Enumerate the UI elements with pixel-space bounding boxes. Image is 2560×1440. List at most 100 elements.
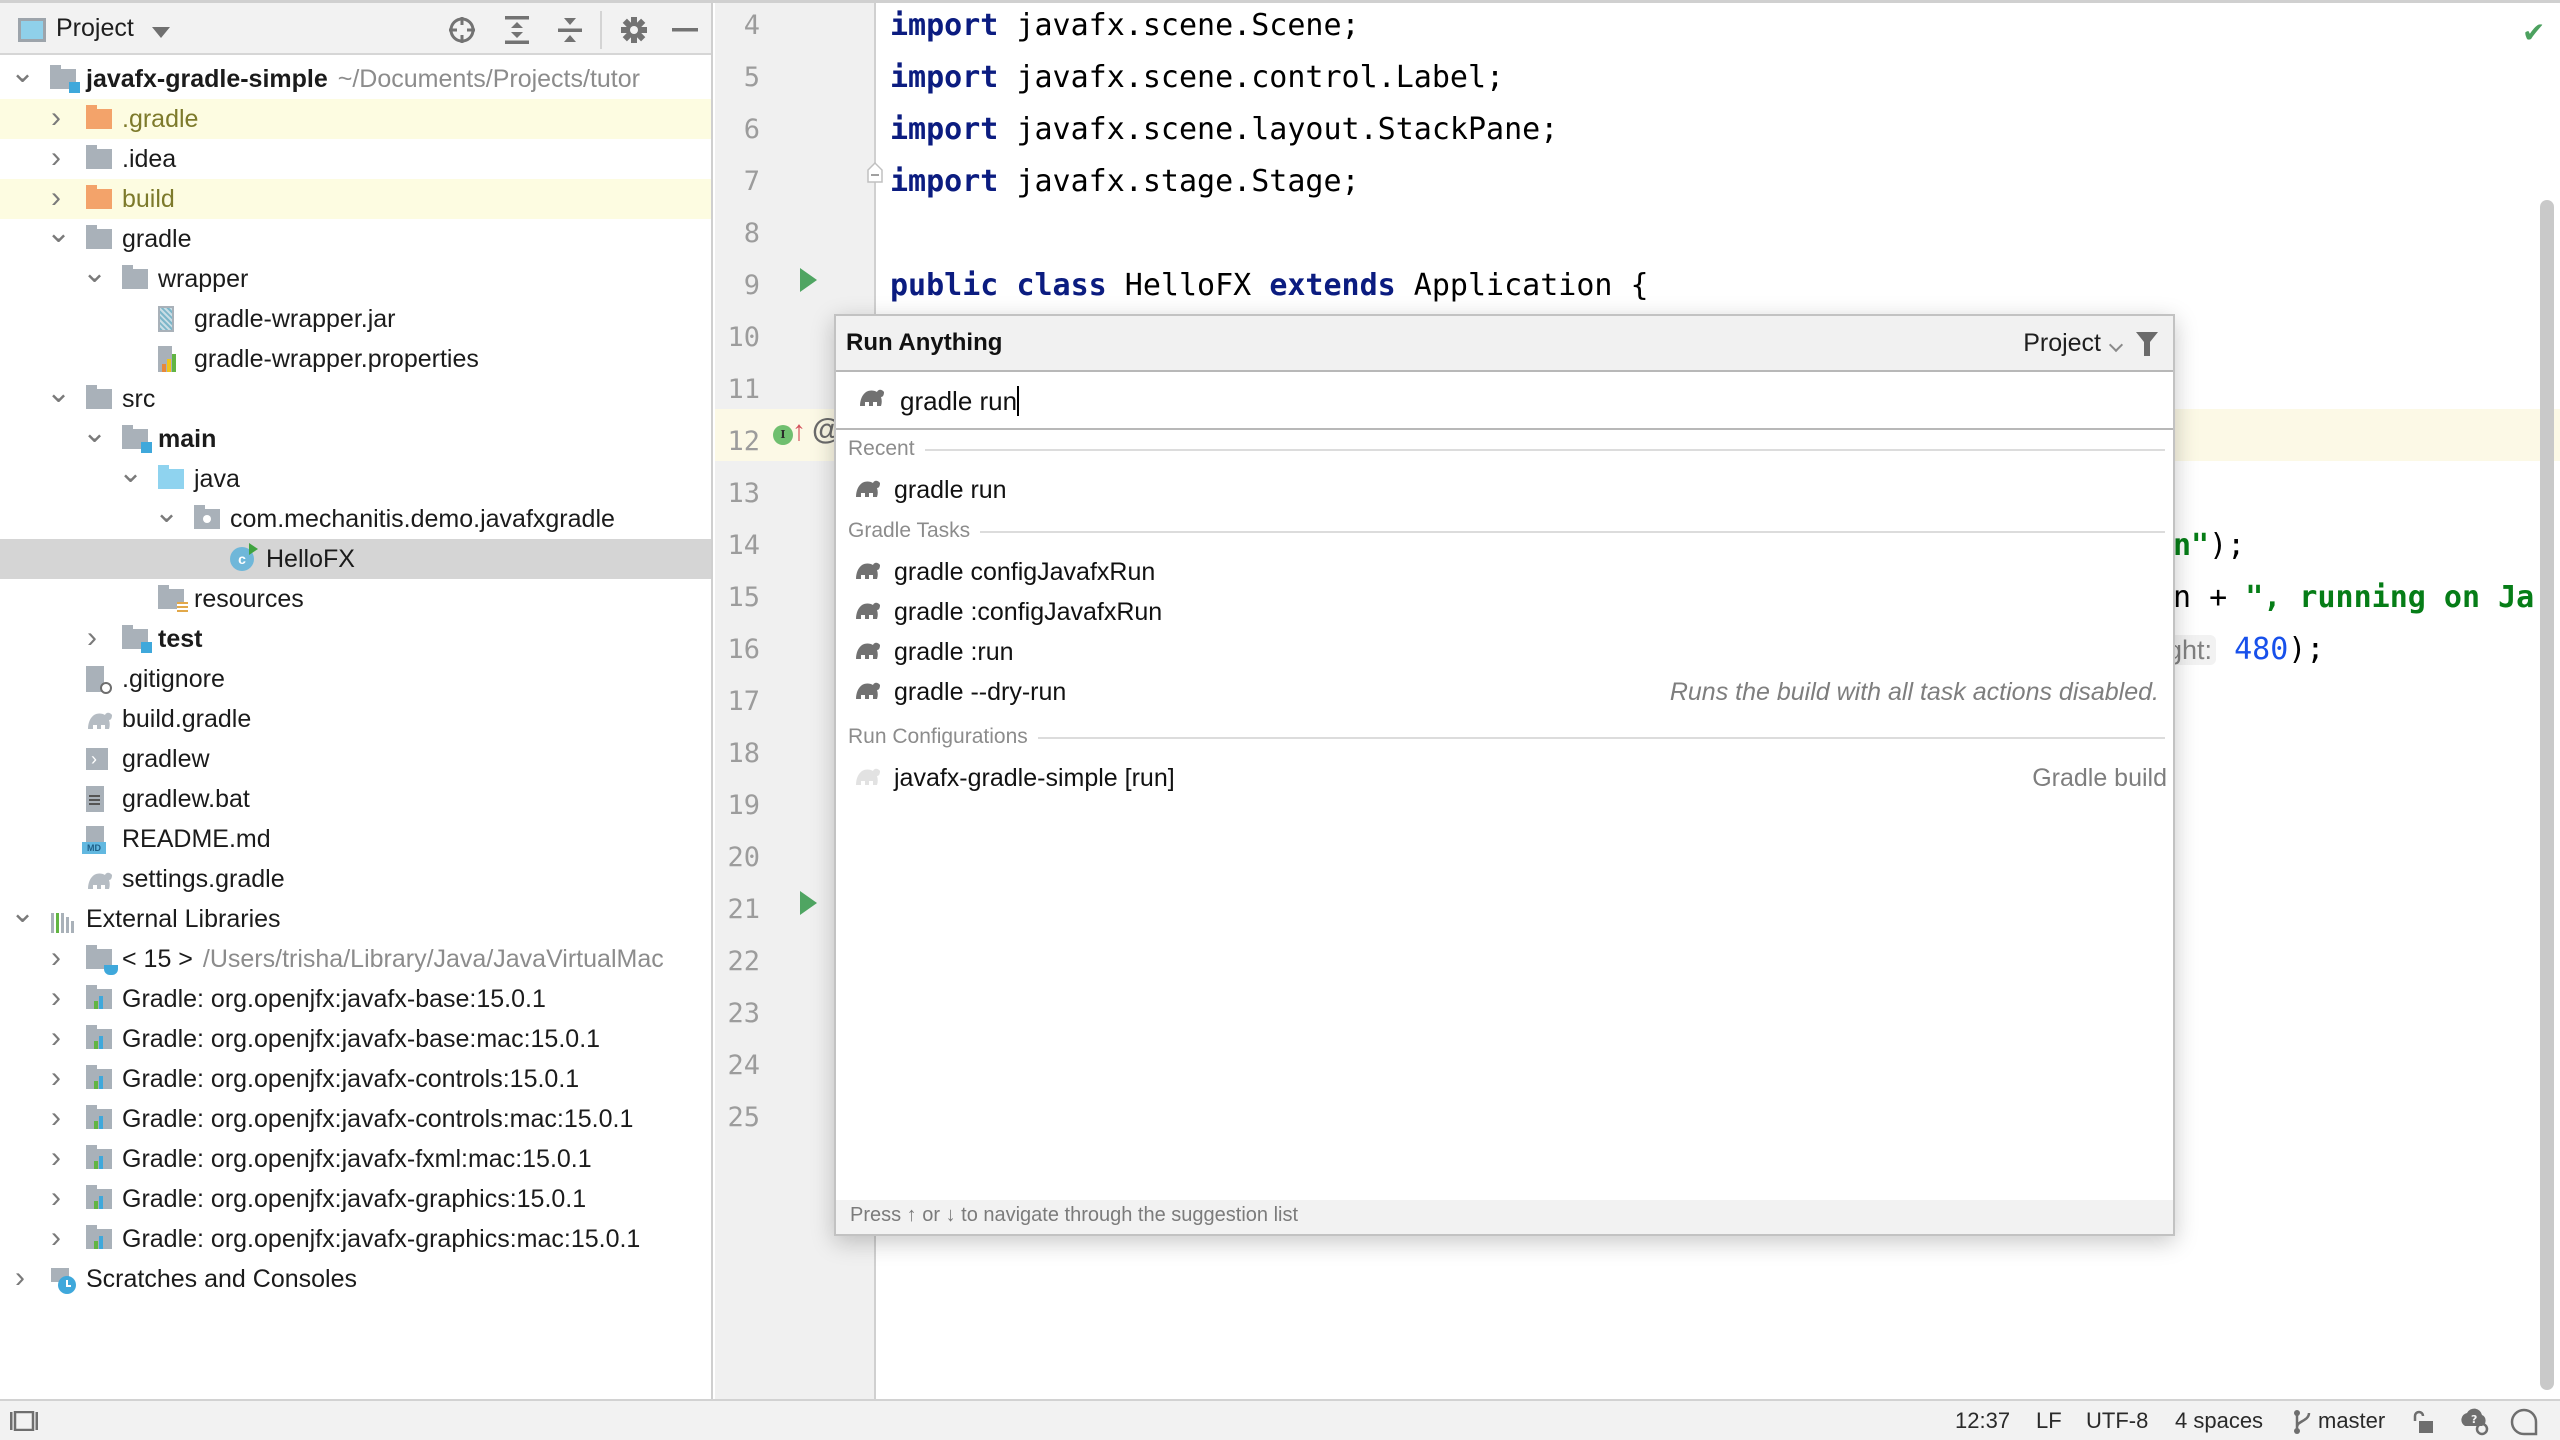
suggestion-item[interactable]: gradle --dry-run Runs the build with all … xyxy=(836,672,2173,712)
tree-item[interactable]: › Gradle: org.openjfx:javafx-base:15.0.1 xyxy=(0,979,711,1019)
tree-item[interactable]: ⌄ External Libraries xyxy=(0,898,711,939)
gear-icon[interactable] xyxy=(617,13,651,47)
tree-item[interactable]: gradle-wrapper.jar xyxy=(0,299,711,339)
tree-item[interactable]: ⌄ javafx-gradle-simple ~/Documents/Project… xyxy=(0,58,711,99)
tree-item[interactable]: › .gradle xyxy=(0,99,711,139)
tree-item[interactable]: MD README.md xyxy=(0,819,711,859)
chevron-right-icon[interactable]: › xyxy=(46,139,66,179)
chevron-down-icon[interactable]: ⌄ xyxy=(46,378,71,419)
code-line-fragment[interactable]: n"); xyxy=(2173,520,2245,572)
code-line[interactable]: import javafx.scene.control.Label; xyxy=(890,52,1504,104)
tree-item[interactable]: › Gradle: org.openjfx:javafx-controls:15.… xyxy=(0,1059,711,1099)
chevron-down-icon[interactable] xyxy=(152,27,170,38)
code-line-fragment[interactable]: ght: 480); xyxy=(2163,624,2324,676)
tree-item[interactable]: › Gradle: org.openjfx:javafx-graphics:15.… xyxy=(0,1179,711,1219)
chevron-down-icon[interactable]: ⌄ xyxy=(82,258,107,299)
tree-item[interactable]: › Gradle: org.openjfx:javafx-graphics:mac… xyxy=(0,1219,711,1259)
chevron-right-icon[interactable]: › xyxy=(46,1099,66,1139)
tree-item[interactable]: › Gradle: org.openjfx:javafx-base:mac:15.… xyxy=(0,1019,711,1059)
tree-item-name: .gradle xyxy=(122,105,199,133)
code-line[interactable]: public class HelloFX extends Application… xyxy=(890,260,1649,312)
tree-item[interactable]: › Gradle: org.openjfx:javafx-controls:mac… xyxy=(0,1099,711,1139)
chevron-right-icon[interactable]: › xyxy=(46,1139,66,1179)
tree-item[interactable]: .gitignore xyxy=(0,659,711,699)
suggestion-item[interactable]: gradle run xyxy=(836,470,2173,510)
tree-item[interactable]: ⌄ src xyxy=(0,378,711,419)
suggestion-item[interactable]: gradle :run xyxy=(836,632,2173,672)
project-view-selector[interactable]: Project xyxy=(56,14,134,43)
line-separator[interactable]: LF xyxy=(2036,1408,2062,1434)
chevron-down-icon[interactable]: ⌄ xyxy=(154,498,179,539)
chevron-right-icon[interactable]: › xyxy=(10,1259,30,1299)
run-class-icon[interactable] xyxy=(800,268,817,292)
tree-item[interactable]: › < 15 > /Users/trisha/Library/Java/JavaVi… xyxy=(0,939,711,979)
implements-icon[interactable]: I xyxy=(773,425,793,445)
tree-item[interactable]: build.gradle xyxy=(0,699,711,739)
tree-item[interactable]: › .idea xyxy=(0,139,711,179)
tree-item[interactable]: gradle-wrapper.properties xyxy=(0,339,711,379)
chevron-down-icon[interactable]: ⌄ xyxy=(82,418,107,459)
code-line[interactable]: import javafx.scene.layout.StackPane; xyxy=(890,104,1558,156)
tree-item[interactable]: ⌄ com.mechanitis.demo.javafxgradle xyxy=(0,498,711,539)
line-number: 19 xyxy=(727,790,760,821)
locate-file-icon[interactable] xyxy=(445,13,479,47)
hide-panel-icon[interactable] xyxy=(668,13,702,47)
suggestion-item[interactable]: gradle configJavafxRun xyxy=(836,552,2173,592)
tree-item[interactable]: settings.gradle xyxy=(0,859,711,899)
chevron-right-icon[interactable]: › xyxy=(46,1179,66,1219)
tree-item[interactable]: › Scratches and Consoles xyxy=(0,1259,711,1299)
notifications-icon[interactable] xyxy=(2510,1408,2538,1436)
chevron-right-icon[interactable]: › xyxy=(46,979,66,1019)
chevron-right-icon[interactable]: › xyxy=(46,1219,66,1259)
tree-item[interactable]: › gradlew xyxy=(0,739,711,779)
expand-all-icon[interactable] xyxy=(500,13,534,47)
code-with-me-icon[interactable]: ? xyxy=(2460,1408,2490,1436)
chevron-down-icon[interactable]: ⌄ xyxy=(10,898,35,939)
code-line[interactable]: import javafx.scene.Scene; xyxy=(890,0,1360,52)
toggle-tool-windows-icon[interactable] xyxy=(10,1411,38,1431)
tree-item[interactable]: › build xyxy=(0,179,711,219)
tree-item[interactable]: gradlew.bat xyxy=(0,779,711,819)
file-encoding[interactable]: UTF-8 xyxy=(2086,1408,2148,1434)
tree-item[interactable]: c HelloFX xyxy=(0,539,711,579)
git-branch-icon[interactable] xyxy=(2293,1409,2313,1435)
chevron-down-icon[interactable]: ⌄ xyxy=(10,58,35,99)
collapse-all-icon[interactable] xyxy=(553,13,587,47)
indent-settings[interactable]: 4 spaces xyxy=(2175,1408,2263,1434)
query-text: gradle run xyxy=(900,386,1018,416)
project-tree[interactable]: ⌄ javafx-gradle-simple ~/Documents/Project… xyxy=(0,58,711,1299)
popup-header: Run Anything Project xyxy=(836,316,2173,372)
suggestion-item[interactable]: gradle :configJavafxRun xyxy=(836,592,2173,632)
tree-item[interactable]: › test xyxy=(0,619,711,659)
tree-item[interactable]: ⌄ main xyxy=(0,418,711,459)
tree-item[interactable]: ⌄ gradle xyxy=(0,218,711,259)
code-line[interactable]: import javafx.stage.Stage; xyxy=(890,156,1360,208)
unlock-icon[interactable] xyxy=(2412,1410,2434,1434)
chevron-right-icon[interactable]: › xyxy=(46,939,66,979)
tree-item[interactable]: › Gradle: org.openjfx:javafx-fxml:mac:15.… xyxy=(0,1139,711,1179)
chevron-down-icon[interactable]: ⌄ xyxy=(46,218,71,259)
filter-icon[interactable] xyxy=(2135,331,2159,357)
tree-item[interactable]: ⌄ wrapper xyxy=(0,258,711,299)
text-cursor xyxy=(1017,386,1020,416)
code-line-fragment[interactable]: n + ", running on Ja xyxy=(2173,572,2534,624)
fold-icon[interactable] xyxy=(866,160,884,184)
inspection-ok-checkmark-icon[interactable]: ✔ xyxy=(2522,16,2545,49)
run-anything-input[interactable]: gradle run xyxy=(900,386,1020,417)
editor-scrollbar[interactable] xyxy=(2540,200,2554,1390)
suggestion-item[interactable]: javafx-gradle-simple [run] Gradle build xyxy=(836,758,2173,798)
chevron-down-icon[interactable]: ⌄ xyxy=(118,458,143,499)
run-main-icon[interactable] xyxy=(800,891,817,915)
overrides-arrow-icon[interactable]: ↑ xyxy=(792,416,806,446)
chevron-down-icon[interactable] xyxy=(2108,337,2124,353)
chevron-right-icon[interactable]: › xyxy=(46,99,66,139)
caret-position[interactable]: 12:37 xyxy=(1955,1408,2010,1434)
chevron-right-icon[interactable]: › xyxy=(46,1059,66,1099)
chevron-right-icon[interactable]: › xyxy=(46,1019,66,1059)
tree-item[interactable]: resources xyxy=(0,579,711,619)
chevron-right-icon[interactable]: › xyxy=(82,619,102,659)
tree-item[interactable]: ⌄ java xyxy=(0,458,711,499)
scope-selector[interactable]: Project xyxy=(2023,329,2101,358)
git-branch[interactable]: master xyxy=(2318,1408,2385,1434)
chevron-right-icon[interactable]: › xyxy=(46,179,66,219)
